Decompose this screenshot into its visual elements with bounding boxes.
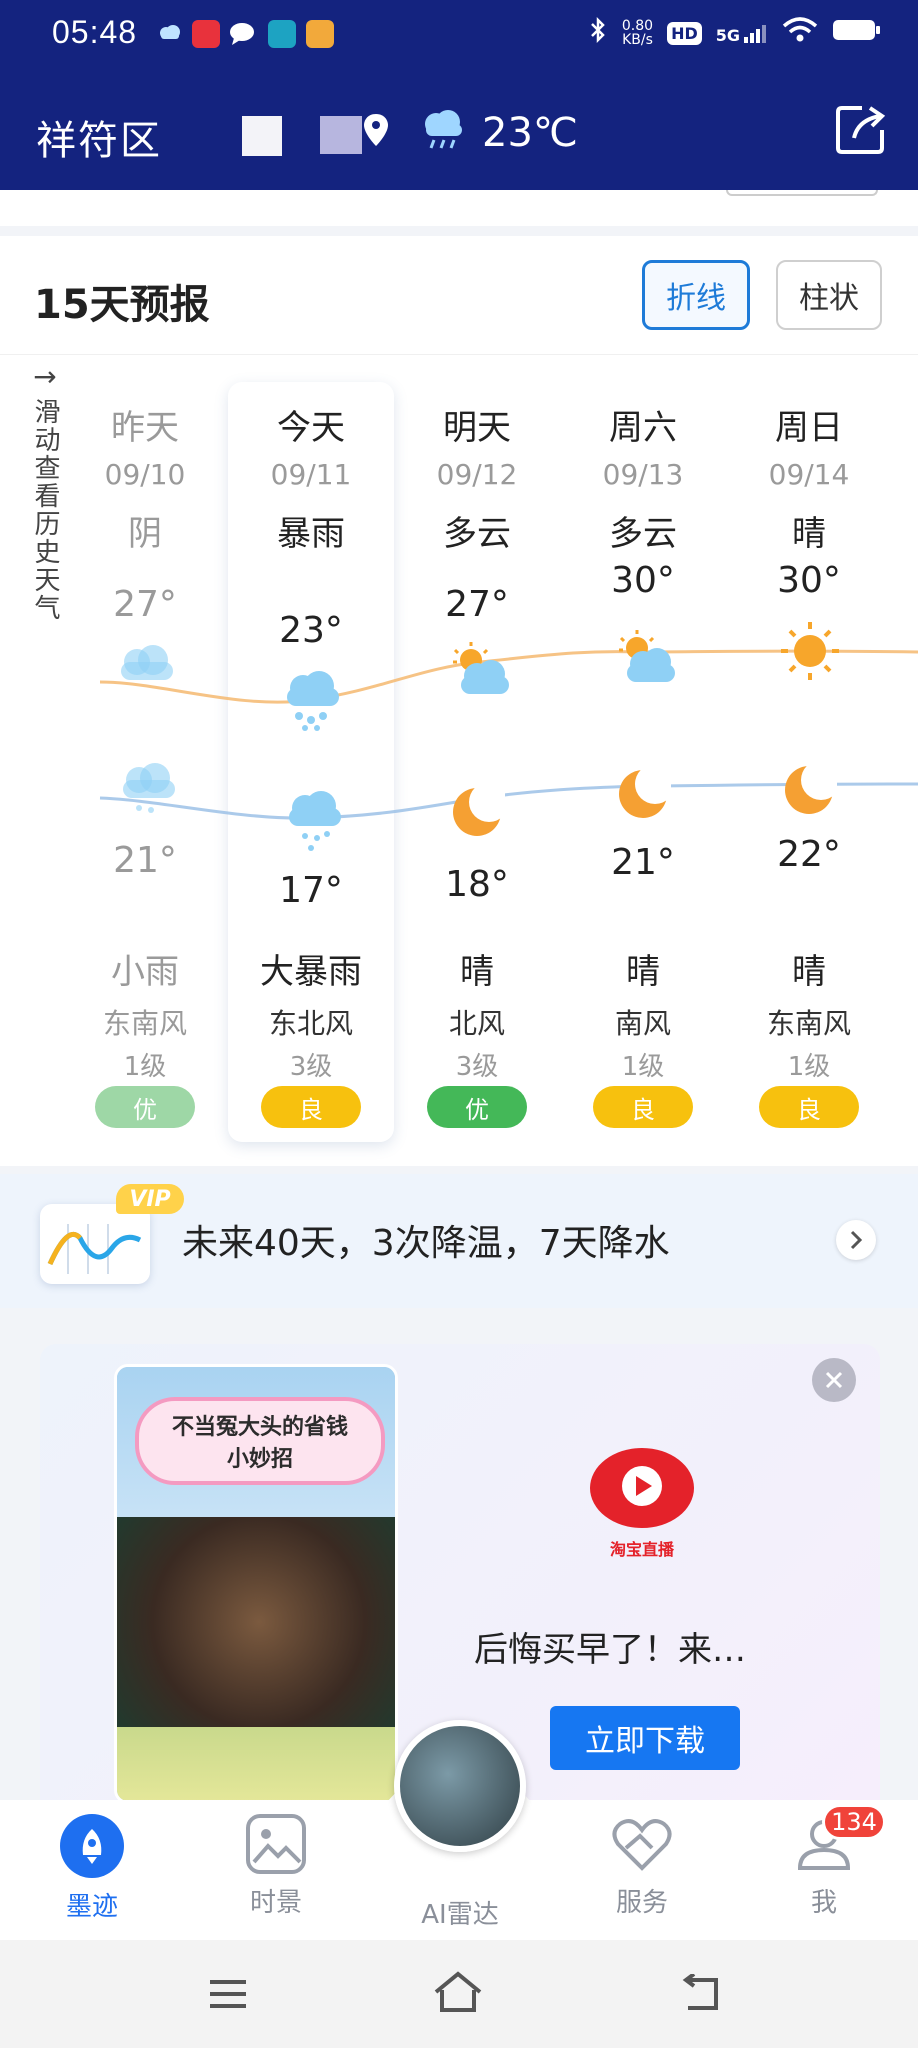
- wind-direction: 东北风: [268, 1007, 353, 1040]
- day-high-temp: 27°: [113, 584, 177, 625]
- cloudy-icon: [115, 640, 177, 710]
- trend-chart-icon: [40, 1204, 150, 1284]
- dog-photo: [117, 1517, 395, 1727]
- vip-banner-text: 未来40天，3次降温，7天降水: [182, 1223, 670, 1264]
- day-date: 09/10: [104, 458, 186, 491]
- taobao-live-logo: [590, 1448, 694, 1538]
- photo-icon: [246, 1814, 306, 1874]
- day-weather: 暴雨: [277, 514, 345, 554]
- light-rain-icon: [117, 760, 179, 830]
- night-weather: 大暴雨: [260, 952, 362, 992]
- nav-shijing[interactable]: 时景: [216, 1814, 336, 1919]
- moon-icon: [781, 760, 841, 822]
- nav-label: AI雷达: [421, 1900, 499, 1930]
- heavy-rain-icon: [281, 666, 343, 736]
- day-name: 今天: [277, 408, 345, 448]
- menu-icon[interactable]: [208, 1976, 248, 2016]
- wind-level: 1级: [621, 1052, 665, 1082]
- partly-cloudy-icon: [613, 628, 679, 692]
- home-icon[interactable]: [432, 1970, 484, 2018]
- wind-level: 1级: [787, 1052, 831, 1082]
- vip-badge: VIP: [116, 1184, 184, 1214]
- nav-service[interactable]: 服务: [582, 1814, 702, 1919]
- nav-label: 墨迹: [65, 1892, 118, 1922]
- night-weather: 晴: [460, 952, 494, 992]
- ad-caption-line2: 小妙招: [226, 1447, 293, 1472]
- air-quality-badge: 良: [261, 1086, 361, 1128]
- ad-download-button[interactable]: 立即下载: [550, 1706, 740, 1770]
- air-quality-badge: 良: [593, 1086, 693, 1128]
- day-weather: 多云: [443, 514, 511, 554]
- rocket-icon: [60, 1814, 124, 1878]
- ad-headline: 后悔买早了！来…: [474, 1630, 746, 1670]
- wind-direction: 东南风: [766, 1007, 851, 1040]
- day-name: 周六: [609, 408, 677, 448]
- day-weather: 阴: [128, 514, 162, 554]
- heavy-rain-icon: [283, 788, 345, 858]
- bottom-nav: 墨迹 时景 AI雷达 服务 我 134: [0, 1720, 918, 1940]
- moon-icon: [449, 782, 509, 844]
- nav-label: 服务: [615, 1888, 668, 1918]
- system-nav-bar: [0, 1940, 918, 2048]
- day-date: 09/12: [436, 458, 518, 491]
- ad-image[interactable]: 不当冤大头的省钱 小妙招: [114, 1364, 398, 1804]
- ad-caption-line1: 不当冤大头的省钱: [171, 1415, 348, 1440]
- wind-level: 3级: [289, 1052, 333, 1082]
- wind-direction: 南风: [614, 1007, 671, 1040]
- day-high-temp: 30°: [777, 560, 841, 601]
- vip-banner[interactable]: VIP 未来40天，3次降温，7天降水: [0, 1174, 918, 1308]
- service-heart-icon: [610, 1814, 674, 1874]
- nav-ai-radar[interactable]: AI雷达: [400, 1894, 520, 1931]
- air-quality-badge: 优: [95, 1086, 195, 1128]
- day-name: 昨天: [111, 408, 179, 448]
- back-icon[interactable]: [678, 1972, 724, 2018]
- ad-brand: 淘宝直播: [609, 1540, 674, 1559]
- night-weather: 晴: [626, 952, 660, 992]
- partly-cloudy-icon: [447, 640, 513, 704]
- wind-level: 1级: [123, 1052, 167, 1082]
- night-weather: 晴: [792, 952, 826, 992]
- ad-close-icon[interactable]: [812, 1358, 856, 1402]
- night-low-temp: 21°: [113, 840, 177, 881]
- day-name: 明天: [443, 408, 511, 448]
- nav-label: 时景: [249, 1888, 302, 1918]
- air-quality-badge: 良: [759, 1086, 859, 1128]
- night-low-temp: 22°: [777, 834, 841, 875]
- sun-icon: [779, 620, 841, 686]
- day-high-temp: 27°: [445, 584, 509, 625]
- night-low-temp: 21°: [611, 842, 675, 883]
- day-date: 09/11: [270, 458, 352, 491]
- air-quality-badge: 优: [427, 1086, 527, 1128]
- chevron-right-icon[interactable]: [836, 1220, 876, 1260]
- day-name: 周日: [775, 408, 843, 448]
- nav-moji[interactable]: 墨迹: [32, 1814, 152, 1923]
- notification-badge: 134: [822, 1804, 886, 1840]
- night-weather: 小雨: [111, 952, 179, 992]
- day-date: 09/14: [768, 458, 850, 491]
- day-high-temp: 23°: [279, 610, 343, 651]
- radar-icon[interactable]: [394, 1720, 526, 1852]
- night-low-temp: 18°: [445, 864, 509, 905]
- moon-icon: [615, 764, 675, 826]
- wind-direction: 北风: [448, 1007, 505, 1040]
- night-low-temp: 17°: [279, 870, 343, 911]
- nav-label: 我: [810, 1888, 837, 1918]
- day-high-temp: 30°: [611, 560, 675, 601]
- day-weather: 晴: [792, 514, 826, 554]
- wind-level: 3级: [455, 1052, 499, 1082]
- day-date: 09/13: [602, 458, 684, 491]
- wind-direction: 东南风: [102, 1007, 187, 1040]
- flower-photo: [117, 1727, 395, 1801]
- day-weather: 多云: [609, 514, 677, 554]
